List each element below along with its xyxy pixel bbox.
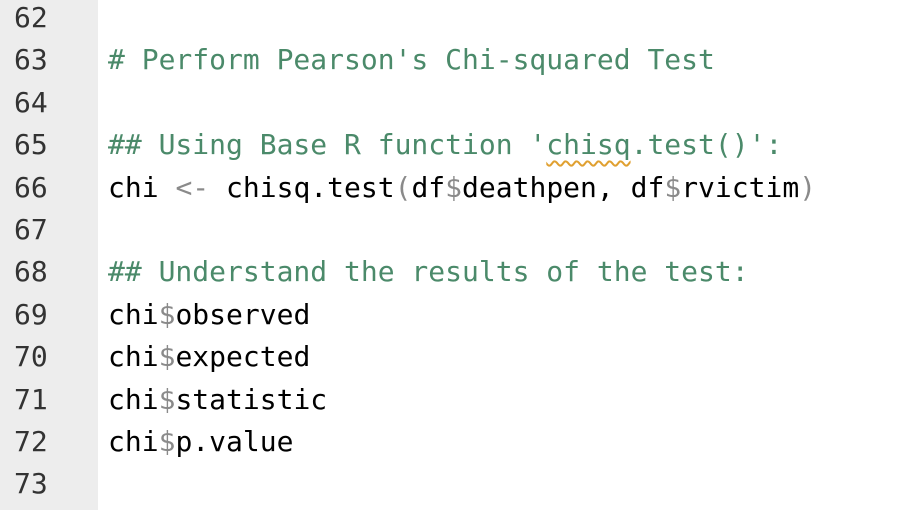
line-number: 64 [14,85,48,119]
line-number: 67 [14,212,48,246]
code-line-65[interactable]: ## Using Base R function 'chisq.test()': [98,124,900,166]
comment-text: .test()': [630,128,783,162]
code-line-68[interactable]: ## Understand the results of the test: [98,251,900,293]
dollar-operator: $ [158,382,176,416]
comment-text: ## Using Base R function ' [108,128,547,162]
code-editor[interactable]: 62 63 64 65 66 67 68 69 70 71 72 73 # Pe… [0,0,900,510]
dollar-operator: $ [158,340,176,374]
code-line-69[interactable]: chi$observed [98,294,900,336]
field-token: p.value [175,424,294,458]
dollar-operator: $ [664,170,682,204]
line-number: 63 [14,43,48,77]
field-token: rvictim [681,170,800,204]
code-line-67[interactable] [98,209,900,251]
line-number: 65 [14,128,48,162]
object-token: chi [108,340,159,374]
code-line-66[interactable]: chi <- chisq.test(df$deathpen, df$rvicti… [98,167,900,209]
close-paren: ) [799,170,817,204]
line-number: 66 [14,170,48,204]
code-line-64[interactable] [98,82,900,124]
comment-text: ## Understand the results of the test: [108,255,749,289]
open-paren: ( [394,170,412,204]
code-line-62[interactable] [98,0,900,39]
spellcheck-flagged-word[interactable]: chisq [546,128,630,161]
code-line-73[interactable] [98,463,900,505]
field-token: statistic [175,382,328,416]
line-number-gutter: 62 63 64 65 66 67 68 69 70 71 72 73 [0,0,98,510]
object-token: chi [108,382,159,416]
line-number: 68 [14,255,48,289]
assign-operator: <- [175,170,210,204]
line-number: 72 [14,424,48,458]
field-token: deathpen [462,170,597,204]
object-token: df [411,170,446,204]
object-token: chi [108,297,159,331]
field-token: expected [175,340,311,374]
line-number: 69 [14,297,48,331]
code-line-71[interactable]: chi$statistic [98,379,900,421]
code-area[interactable]: # Perform Pearson's Chi-squared Test ## … [98,0,900,510]
function-token: chisq.test [226,170,395,204]
object-token: chi [108,424,159,458]
dollar-operator: $ [158,297,176,331]
variable-token: chi [108,170,159,204]
code-line-72[interactable]: chi$p.value [98,421,900,463]
line-number: 71 [14,382,48,416]
dollar-operator: $ [158,424,176,458]
code-line-63[interactable]: # Perform Pearson's Chi-squared Test [98,39,900,81]
line-number: 62 [14,1,48,34]
code-line-70[interactable]: chi$expected [98,336,900,378]
comment-text: # Perform Pearson's Chi-squared Test [108,43,715,77]
object-token: df [630,170,665,204]
line-number: 70 [14,340,48,374]
line-number: 73 [14,467,48,501]
comma-token: , [596,170,631,204]
dollar-operator: $ [445,170,463,204]
field-token: observed [175,297,311,331]
